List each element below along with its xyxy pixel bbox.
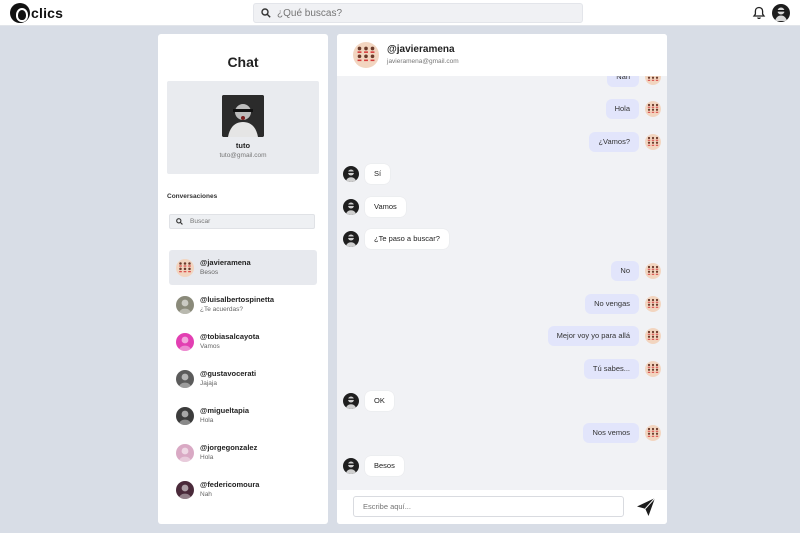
message-composer	[337, 490, 667, 524]
user-avatar[interactable]	[772, 4, 790, 22]
message-avatar	[645, 263, 661, 280]
conversation-name: @jorgegonzalez	[200, 442, 258, 452]
conversation-preview: Jajaja	[200, 379, 217, 387]
conversation-preview: Hola	[200, 453, 214, 461]
message-input[interactable]	[353, 496, 624, 517]
conversation-name: @tobiasalcayota	[200, 331, 260, 341]
message-bubble: ¿Vamos?	[589, 131, 639, 152]
conversation-name: @federicomoura	[200, 479, 260, 489]
message-avatar	[343, 393, 359, 409]
chat-sidebar: Chat tuto tuto@gmail.com Conversaciones …	[158, 34, 328, 524]
message-incoming: Sí	[343, 164, 396, 185]
message-bubble: Vamos	[365, 196, 406, 217]
profile-photo[interactable]	[222, 95, 264, 137]
message-bubble: Sí	[365, 164, 391, 185]
search-icon	[176, 218, 183, 225]
conversation-name: @luisalbertospinetta	[200, 294, 274, 304]
message-list[interactable]: Nah Hola ¿Vamos? Sí Vamos ¿Te paso a buscar? N…	[337, 76, 667, 490]
conversation-preview: Besos	[200, 268, 219, 276]
profile-card: tuto tuto@gmail.com	[167, 81, 319, 174]
conversation-search-input[interactable]	[190, 218, 300, 225]
top-bar: clics	[0, 0, 800, 26]
profile-email: tuto@gmail.com	[219, 152, 267, 159]
bell-icon[interactable]	[752, 6, 766, 20]
profile-image	[222, 95, 264, 137]
conversation-name: @javieramena	[200, 257, 251, 267]
conversation-avatar	[176, 332, 194, 351]
message-avatar	[343, 166, 359, 183]
conversation-item[interactable]: @migueltapia Hola	[169, 398, 317, 433]
contact-name[interactable]: @javieramena	[387, 44, 455, 55]
conversation-avatar	[176, 406, 194, 425]
conversation-item[interactable]: @javieramena Besos	[169, 250, 317, 285]
conversation-avatar	[176, 369, 194, 388]
conversation-search[interactable]	[169, 214, 315, 229]
conversation-preview: ¿Te acuerdas?	[200, 305, 243, 313]
global-search-input[interactable]	[277, 7, 557, 19]
logo-text: clics	[31, 5, 64, 21]
conversation-avatar	[176, 443, 194, 462]
conversation-avatar	[176, 258, 194, 277]
app-logo[interactable]: clics	[10, 3, 63, 23]
message-bubble: No	[611, 261, 639, 282]
message-outgoing: Nah	[601, 76, 661, 87]
message-outgoing: Tú sabes...	[578, 358, 661, 379]
conversation-preview: Nah	[200, 490, 212, 498]
message-avatar	[645, 360, 661, 377]
message-outgoing: ¿Vamos?	[583, 131, 661, 152]
conversation-avatar	[176, 295, 194, 314]
conversation-item[interactable]: @luisalbertospinetta ¿Te acuerdas?	[169, 287, 317, 322]
message-incoming: OK	[343, 391, 400, 411]
message-incoming: Besos	[343, 455, 410, 476]
conversation-item[interactable]: @federicomoura Nah	[169, 472, 317, 507]
message-avatar	[645, 101, 661, 118]
conversations-heading: Conversaciones	[167, 193, 218, 200]
message-bubble: Tú sabes...	[583, 358, 639, 379]
message-avatar	[343, 198, 359, 215]
conversation-preview: Hola	[200, 416, 214, 424]
message-bubble: Nah	[607, 76, 639, 87]
conversation-preview: Vamos	[200, 342, 220, 350]
message-avatar	[645, 295, 661, 312]
conversation-item[interactable]: @gustavocerati Jajaja	[169, 361, 317, 396]
message-incoming: Vamos	[343, 196, 412, 217]
avatar-image	[775, 7, 787, 21]
message-outgoing: No vengas	[579, 293, 661, 314]
message-avatar	[343, 457, 359, 474]
profile-name: tuto	[235, 141, 251, 150]
sidebar-title: Chat	[227, 54, 259, 70]
conversation-name: @migueltapia	[200, 405, 249, 415]
conversation-avatar	[176, 480, 194, 499]
conversation-list: @javieramena Besos @luisalbertospinetta ¿Te…	[169, 250, 317, 509]
message-avatar	[645, 76, 661, 85]
chat-header: @javieramena javieramena@gmail.com	[337, 34, 667, 76]
message-avatar	[645, 133, 661, 150]
message-incoming: ¿Te paso a buscar?	[343, 229, 455, 249]
message-avatar	[645, 328, 661, 345]
logo-icon	[10, 3, 30, 23]
global-search[interactable]	[253, 3, 583, 23]
message-avatar	[343, 231, 359, 247]
message-bubble: ¿Te paso a buscar?	[365, 229, 449, 249]
message-bubble: Hola	[605, 99, 639, 120]
search-icon	[261, 8, 271, 18]
message-outgoing: Hola	[600, 99, 661, 120]
message-outgoing: Nos vemos	[577, 423, 661, 444]
send-icon[interactable]	[635, 496, 657, 518]
message-bubble: Mejor voy yo para allá	[547, 326, 639, 347]
message-bubble: Nos vemos	[583, 423, 639, 444]
message-outgoing: No	[605, 261, 661, 282]
contact-avatar[interactable]	[353, 42, 379, 68]
chat-window: @javieramena javieramena@gmail.com Nah Ho…	[337, 34, 667, 524]
conversation-name: @gustavocerati	[200, 368, 257, 378]
message-outgoing: Mejor voy yo para allá	[542, 326, 661, 347]
conversation-item[interactable]: @tobiasalcayota Vamos	[169, 324, 317, 359]
message-bubble: Besos	[365, 455, 404, 476]
message-avatar	[645, 425, 661, 442]
message-bubble: No vengas	[585, 293, 639, 314]
message-bubble: OK	[365, 391, 394, 411]
conversation-item[interactable]: @jorgegonzalez Hola	[169, 435, 317, 470]
contact-email: javieramena@gmail.com	[387, 58, 459, 65]
